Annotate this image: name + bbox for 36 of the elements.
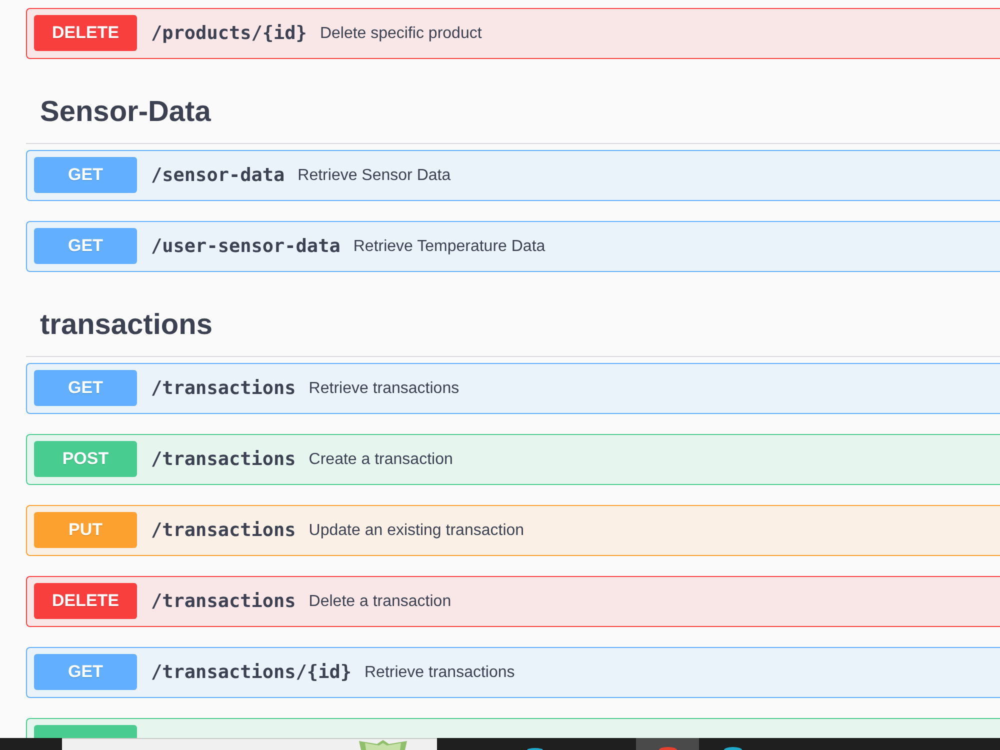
operation-row[interactable]: DELETE /products/{id} Delete specific product — [26, 8, 1000, 59]
method-badge: PUT — [34, 512, 137, 548]
endpoint-path: /transactions/{id} — [151, 662, 352, 683]
endpoint-path: /products/{id} — [151, 23, 307, 44]
operation-row[interactable]: PUT /transactions Update an existing transaction — [26, 505, 1000, 556]
operation-summary: Create a transaction — [308, 450, 453, 468]
section-heading[interactable]: Sensor-Data — [40, 96, 211, 128]
endpoint-path: /transactions — [151, 520, 296, 541]
operation-row[interactable]: GET /transactions/{id} Retrieve transactions — [26, 647, 1000, 698]
operation-row[interactable]: POST /transactions Create a transaction — [26, 434, 1000, 485]
endpoint-path: /user-sensor-data — [151, 236, 340, 257]
operation-row[interactable]: DELETE /transactions Delete a transaction — [26, 576, 1000, 627]
operation-summary: Retrieve Temperature Data — [353, 238, 546, 256]
method-badge: GET — [34, 228, 137, 264]
search-field[interactable] — [62, 738, 437, 750]
method-badge: POST — [34, 441, 137, 477]
section-heading[interactable]: transactions — [40, 309, 212, 341]
method-badge: DELETE — [34, 583, 137, 619]
operation-summary: Retrieve transactions — [308, 380, 460, 398]
operation-summary: Retrieve transactions — [364, 664, 515, 682]
method-badge: GET — [34, 157, 137, 193]
endpoint-path: /transactions — [151, 591, 296, 612]
operation-summary: Delete a transaction — [308, 592, 452, 610]
method-badge: GET — [34, 370, 137, 406]
operation-summary: Retrieve Sensor Data — [298, 166, 451, 184]
operation-row[interactable]: GET /user-sensor-data Retrieve Temperature Data — [26, 221, 1000, 272]
method-badge: DELETE — [34, 15, 137, 51]
operation-summary: Update an existing transaction — [308, 522, 524, 540]
operation-row[interactable]: GET /transactions Retrieve transactions — [26, 363, 1000, 414]
operation-row[interactable]: GET /sensor-data Retrieve Sensor Data — [26, 150, 1000, 201]
method-badge: GET — [34, 654, 137, 690]
endpoint-path: /transactions — [151, 378, 296, 399]
operation-summary: Delete specific product — [320, 24, 482, 42]
endpoint-path: /sensor-data — [151, 165, 285, 186]
leaf-icon — [359, 740, 407, 750]
endpoint-path: /transactions — [151, 449, 296, 470]
